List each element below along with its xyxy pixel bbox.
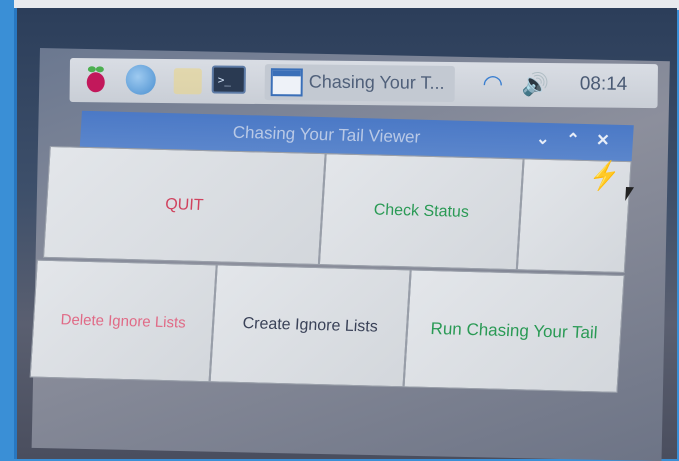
create-ignore-lists-label: Create Ignore Lists xyxy=(242,315,379,336)
folder-icon[interactable] xyxy=(173,65,204,97)
quit-label: QUIT xyxy=(164,196,204,214)
viewer-window: Chasing Your Tail Viewer ⌄ ⌃ ✕ QUIT Chec… xyxy=(29,110,639,447)
run-chasing-your-tail-button[interactable]: Run Chasing Your Tail xyxy=(403,269,625,393)
raspberry-icon[interactable] xyxy=(84,64,108,96)
create-ignore-lists-button[interactable]: Create Ignore Lists xyxy=(209,264,411,388)
quit-button[interactable]: QUIT xyxy=(42,145,326,266)
window-icon xyxy=(270,68,303,97)
taskbar-window-button[interactable]: Chasing Your T... xyxy=(264,64,455,103)
mouse-cursor-icon xyxy=(625,187,635,202)
taskbar: >_ Chasing Your T... ◠ 🔊 08:14 xyxy=(69,58,658,109)
volume-icon[interactable]: 🔊 xyxy=(522,69,558,101)
run-chasing-your-tail-label: Run Chasing Your Tail xyxy=(430,318,599,343)
maximize-button[interactable]: ⌃ xyxy=(562,129,583,151)
wifi-icon[interactable]: ◠ xyxy=(478,68,508,100)
lightning-bolt-icon: ⚡ xyxy=(586,158,623,193)
window-title: Chasing Your Tail Viewer xyxy=(232,122,421,147)
terminal-icon[interactable]: >_ xyxy=(211,65,248,97)
clock: 08:14 xyxy=(579,73,628,95)
globe-icon[interactable] xyxy=(125,64,158,97)
delete-ignore-lists-button[interactable]: Delete Ignore Lists xyxy=(29,259,217,383)
close-button[interactable]: ✕ xyxy=(592,130,613,152)
delete-ignore-lists-label: Delete Ignore Lists xyxy=(60,310,187,332)
check-status-button[interactable]: Check Status xyxy=(318,153,524,271)
check-status-label: Check Status xyxy=(373,201,470,221)
taskbar-window-label: Chasing Your T... xyxy=(308,71,445,93)
terminal-glyph: >_ xyxy=(211,65,246,94)
minimize-button[interactable]: ⌄ xyxy=(532,129,553,151)
